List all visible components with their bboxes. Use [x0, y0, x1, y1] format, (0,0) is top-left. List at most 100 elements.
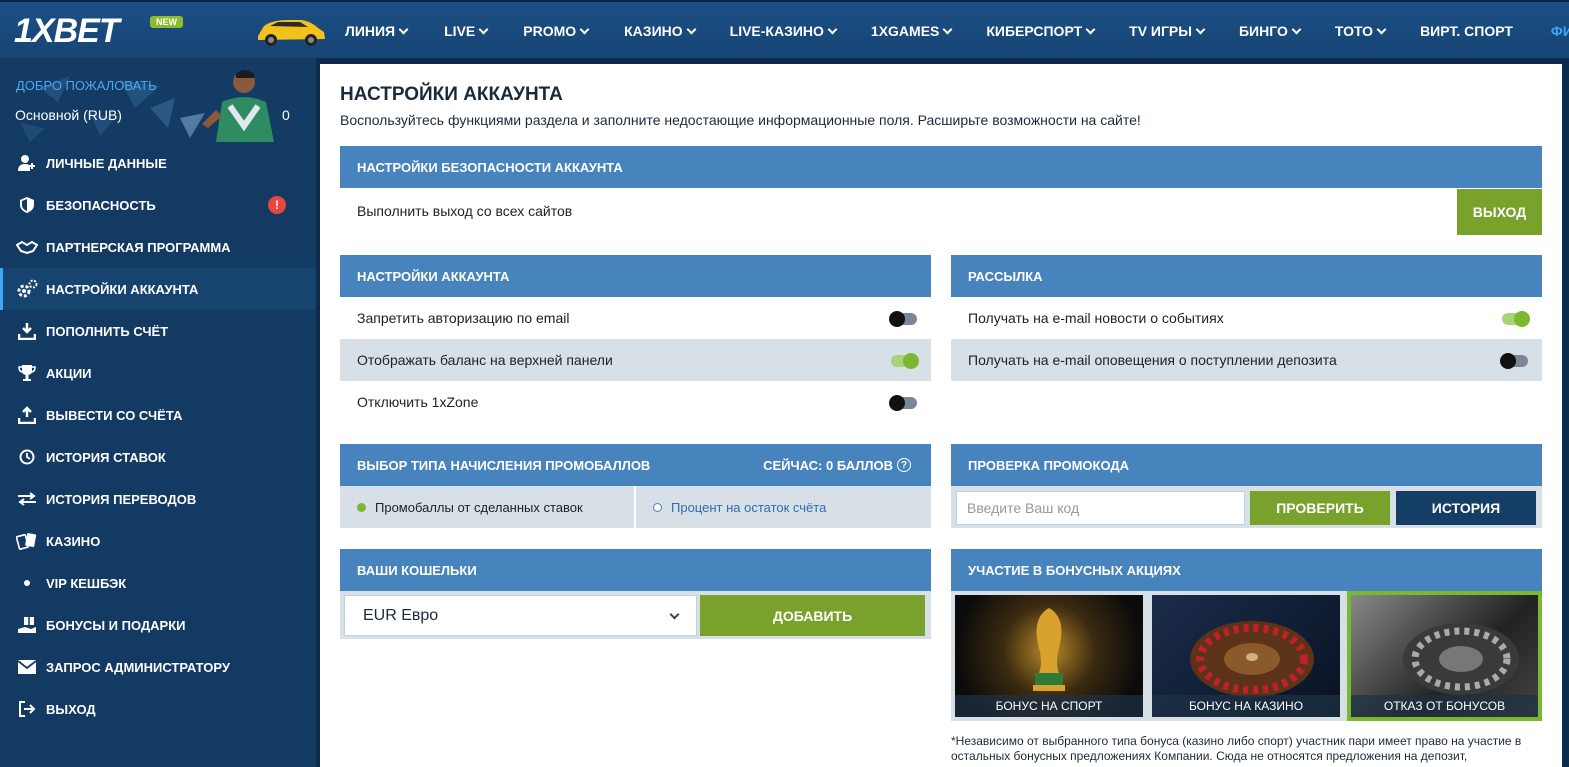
toggle-disable-email-auth[interactable] [889, 311, 917, 327]
handshake-icon [16, 237, 38, 257]
toggle-knob [889, 395, 905, 411]
chevron-down-icon [1195, 24, 1206, 34]
sidebar-item-personal-data[interactable]: ЛИЧНЫЕ ДАННЫЕ [0, 142, 316, 184]
nav-line[interactable]: ЛИНИЯ [345, 23, 409, 39]
download-icon [16, 321, 38, 341]
bonus-note: *Независимо от выбранного типа бонуса (к… [951, 734, 1522, 763]
option-label: Получать на e-mail оповещения о поступле… [968, 352, 1337, 368]
nav-esports[interactable]: КИБЕРСПОРТ [986, 23, 1096, 39]
profile-block: ДОБРО ПОЖАЛОВАТЬ Основной (RUB) 0 [0, 58, 316, 142]
welcome-text: ДОБРО ПОЖАЛОВАТЬ [16, 78, 157, 93]
user-add-icon [16, 153, 38, 173]
toggle-deposit-notify[interactable] [1500, 353, 1528, 369]
main-panel: НАСТРОЙКИ АККАУНТА Воспользуйтесь функци… [320, 64, 1562, 767]
cards-icon [16, 531, 38, 551]
promo-history-button[interactable]: ИСТОРИЯ [1396, 491, 1536, 525]
promo-check-button[interactable]: ПРОВЕРИТЬ [1250, 491, 1390, 525]
shield-icon [16, 195, 38, 215]
sidebar-item-transfer-history[interactable]: ИСТОРИЯ ПЕРЕВОДОВ [0, 478, 316, 520]
sidebar-item-admin-request[interactable]: ЗАПРОС АДМИНИСТРАТОРУ [0, 646, 316, 688]
page-subtitle: Воспользуйтесь функциями раздела и запол… [340, 112, 1141, 128]
toggle-knob [889, 311, 905, 327]
nav-promo[interactable]: PROMO [523, 23, 590, 39]
clock-icon [16, 447, 38, 467]
roulette-wheel-icon [1403, 623, 1519, 695]
option-row: Отображать баланс на верхней панели [340, 339, 931, 381]
sidebar-item-security[interactable]: БЕЗОПАСНОСТЬ ! [0, 184, 316, 226]
radio-balance-percent[interactable]: Процент на остаток счёта [636, 486, 931, 528]
bonus-card-label: БОНУС НА СПОРТ [955, 695, 1143, 717]
mail-icon [16, 657, 38, 677]
nav-bingo[interactable]: БИНГО [1239, 23, 1302, 39]
sidebar: ДОБРО ПОЖАЛОВАТЬ Основной (RUB) 0 ЛИЧНЫЕ… [0, 58, 316, 767]
chevron-down-icon [686, 24, 697, 34]
logout-all-button[interactable]: ВЫХОД [1457, 189, 1542, 235]
toggle-knob [1514, 311, 1530, 327]
nav-finsta[interactable]: ФИНСТА [1551, 23, 1569, 39]
sidebar-item-bonuses-gifts[interactable]: БОНУСЫ И ПОДАРКИ [0, 604, 316, 646]
bonus-card-label: ОТКАЗ ОТ БОНУСОВ [1351, 695, 1538, 717]
option-row: Получать на e-mail оповещения о поступле… [951, 339, 1542, 381]
new-badge: NEW [150, 16, 183, 28]
option-label: Отключить 1xZone [357, 394, 479, 410]
bonus-sport-card[interactable]: БОНУС НА СПОРТ [955, 595, 1143, 717]
player-avatar [202, 70, 274, 142]
option-row: Отключить 1xZone [340, 381, 931, 423]
sidebar-item-promotions[interactable]: АКЦИИ [0, 352, 316, 394]
nav-virtual-sport[interactable]: ВИРТ. СПОРТ [1420, 23, 1513, 39]
top-navbar: 1XBET NEW ЛИНИЯ LIVE PROMO КАЗИНО LIVE-К… [0, 0, 1569, 58]
nav-live[interactable]: LIVE [444, 23, 489, 39]
chevron-down-icon [942, 24, 953, 34]
radio-bets[interactable]: Промобаллы от сделанных ставок [340, 486, 634, 528]
option-row: Запретить авторизацию по email [340, 297, 931, 339]
sidebar-item-casino[interactable]: КАЗИНО [0, 520, 316, 562]
help-icon[interactable]: ? [897, 458, 911, 472]
nav-casino[interactable]: КАЗИНО [624, 23, 697, 39]
toggle-show-balance[interactable] [891, 353, 919, 369]
chevron-down-icon [398, 24, 409, 34]
car-promo-icon[interactable] [254, 14, 328, 48]
nav-tv-games[interactable]: TV ИГРЫ [1129, 23, 1206, 39]
option-row: Получать на e-mail новости о событиях [951, 297, 1542, 339]
bonus-casino-card[interactable]: БОНУС НА КАЗИНО [1152, 595, 1340, 717]
add-wallet-button[interactable]: ДОБАВИТЬ [700, 595, 925, 636]
transfer-icon [16, 489, 38, 509]
brand-logo[interactable]: 1XBET [14, 12, 120, 51]
toggle-disable-1xzone[interactable] [889, 395, 917, 411]
security-header: НАСТРОЙКИ БЕЗОПАСНОСТИ АККАУНТА [340, 146, 1542, 188]
trophy-icon [16, 363, 38, 383]
logout-all-label: Выполнить выход со всех сайтов [357, 203, 573, 219]
wallets-header: ВАШИ КОШЕЛЬКИ [340, 549, 931, 591]
sidebar-item-vip-cashback[interactable]: VIP КЕШБЭК [0, 562, 316, 604]
sidebar-item-deposit[interactable]: ПОПОЛНИТЬ СЧЁТ [0, 310, 316, 352]
radio-checked-icon [357, 502, 366, 512]
bonus-header: УЧАСТИЕ В БОНУСНЫХ АКЦИЯХ [951, 549, 1542, 591]
sidebar-item-logout[interactable]: ВЫХОД [0, 688, 316, 730]
sidebar-item-account-settings[interactable]: НАСТРОЙКИ АККАУНТА [0, 268, 316, 310]
sidebar-item-bet-history[interactable]: ИСТОРИЯ СТАВОК [0, 436, 316, 478]
nav-live-casino[interactable]: LIVE-КАЗИНО [730, 23, 838, 39]
bonus-decline-card[interactable]: ОТКАЗ ОТ БОНУСОВ [1347, 591, 1542, 721]
option-label: Запретить авторизацию по email [357, 310, 570, 326]
nav-1xgames[interactable]: 1XGAMES [871, 23, 953, 39]
toggle-email-news[interactable] [1502, 311, 1530, 327]
mailing-header: РАССЫЛКА [951, 255, 1542, 297]
nav-toto[interactable]: ТОТО [1335, 23, 1387, 39]
sidebar-item-withdraw[interactable]: ВЫВЕСТИ СО СЧЁТА [0, 394, 316, 436]
option-label: Получать на e-mail новости о событиях [968, 310, 1224, 326]
chevron-down-icon [1085, 24, 1096, 34]
toggle-knob [903, 353, 919, 369]
option-label: Отображать баланс на верхней панели [357, 352, 613, 368]
currency-select[interactable]: EUR Евро [344, 595, 697, 636]
promo-check-header: ПРОВЕРКА ПРОМОКОДА [951, 444, 1542, 486]
gift-hand-icon [16, 615, 38, 635]
security-alert-badge: ! [268, 196, 286, 214]
promo-points-header: ВЫБОР ТИПА НАЧИСЛЕНИЯ ПРОМОБАЛЛОВ СЕЙЧАС… [340, 444, 931, 486]
promo-code-input[interactable]: Введите Ваш код [956, 491, 1245, 525]
balance-value: 0 [282, 107, 290, 123]
chevron-down-icon [1376, 24, 1387, 34]
sidebar-item-partner[interactable]: ПАРТНЕРСКАЯ ПРОГРАММА [0, 226, 316, 268]
account-settings-header: НАСТРОЙКИ АККАУНТА [340, 255, 931, 297]
bonus-card-label: БОНУС НА КАЗИНО [1152, 695, 1340, 717]
main-nav: ЛИНИЯ LIVE PROMO КАЗИНО LIVE-КАЗИНО 1XGA… [345, 2, 1569, 60]
